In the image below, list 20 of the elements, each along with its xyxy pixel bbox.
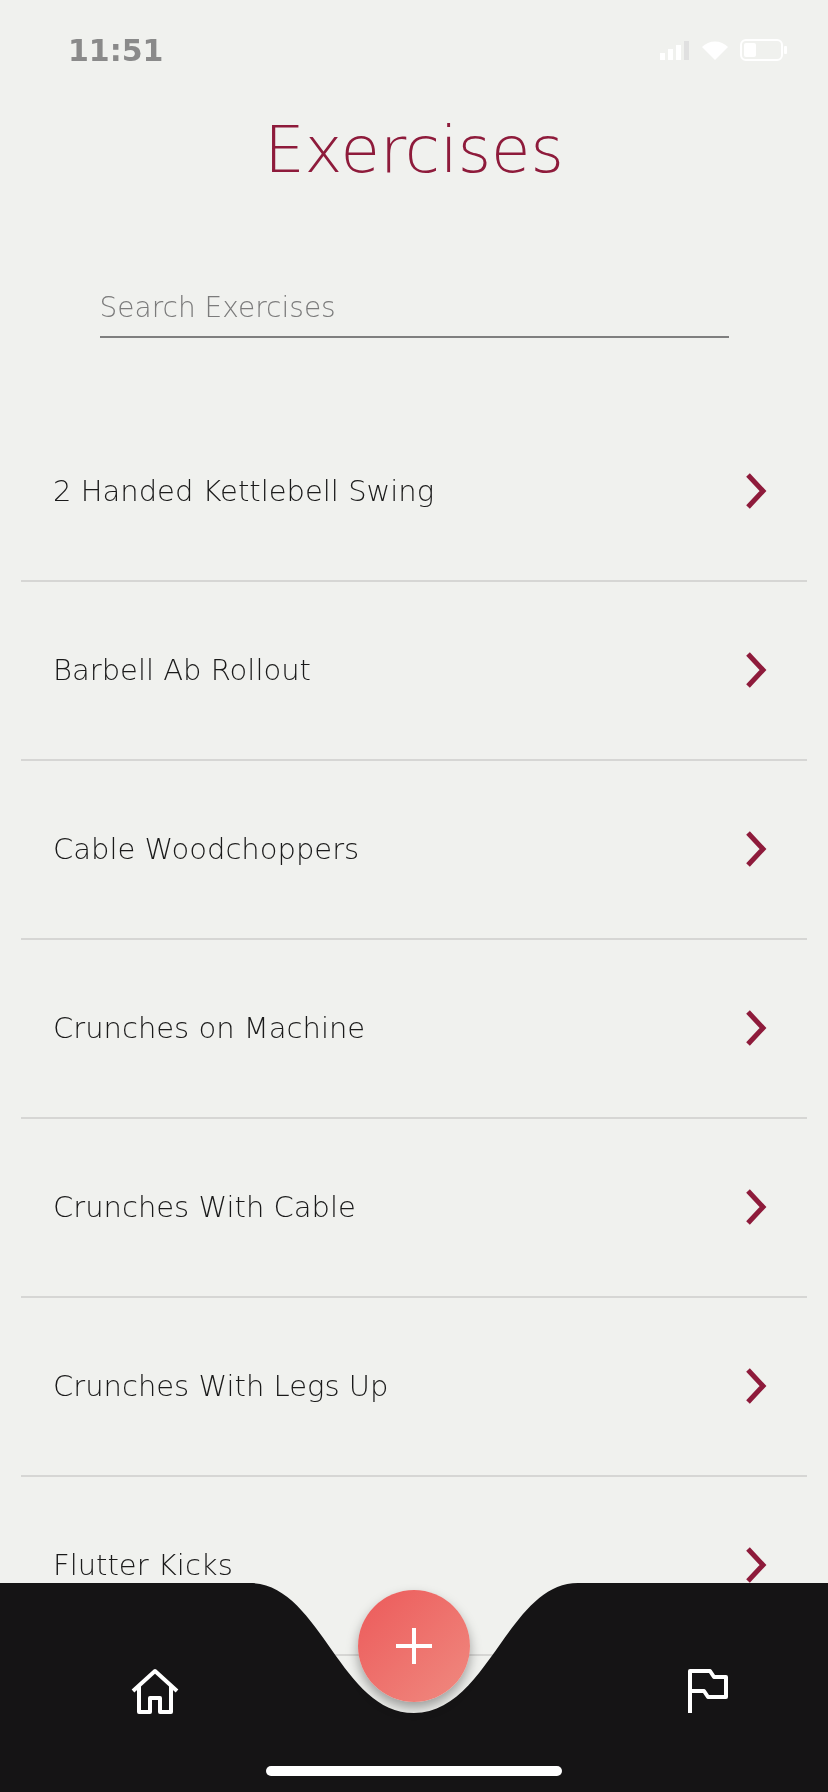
chevron-icon <box>745 1367 767 1406</box>
signal-icon <box>660 40 690 60</box>
chevron-icon <box>745 472 767 511</box>
chevron-icon <box>745 1546 767 1585</box>
status-time: 11:51 <box>68 32 164 68</box>
chevron-icon <box>745 1009 767 1048</box>
add-button[interactable] <box>358 1590 470 1702</box>
exercise-name[interactable]: Cable Woodchoppers <box>53 832 360 867</box>
chevron-icon <box>745 1188 767 1227</box>
page-title: Exercises <box>263 112 565 189</box>
exercise-name[interactable]: 2 Handed Kettlebell Swing <box>53 474 435 509</box>
exercise-name[interactable]: Barbell Ab Rollout <box>53 653 311 688</box>
chevron-icon <box>745 651 767 690</box>
exercise-name[interactable]: Crunches on Machine <box>53 1011 366 1046</box>
exercise-name[interactable]: Crunches With Legs Up <box>53 1369 389 1404</box>
search-field[interactable]: Search Exercises <box>99 284 729 338</box>
chevron-icon <box>745 830 767 869</box>
exercise-name[interactable]: Flutter Kicks <box>53 1548 233 1583</box>
exercise-name[interactable]: Crunches With Cable <box>53 1190 356 1225</box>
plus-icon <box>394 1626 434 1666</box>
